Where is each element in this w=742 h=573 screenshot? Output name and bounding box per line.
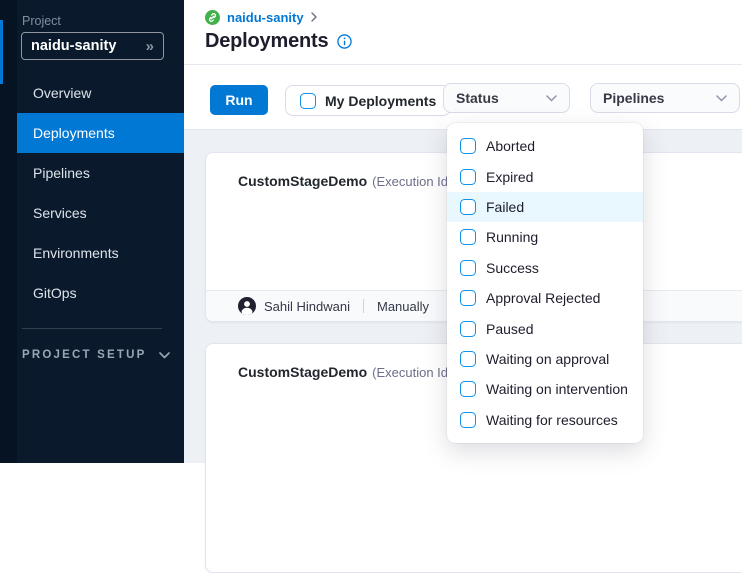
sidebar-item-overview[interactable]: Overview [0,73,184,113]
sidebar-item-pipelines[interactable]: Pipelines [0,153,184,193]
menu-item-waiting-on-approval[interactable]: Waiting on approval [447,344,643,374]
checkbox[interactable] [460,199,476,215]
page-header: naidu-sanity Deployments [184,0,742,65]
sidebar-item-services[interactable]: Services [0,193,184,233]
execution-id-text: (Execution Id [372,365,448,380]
checkbox[interactable] [460,260,476,276]
execution-owner: Sahil Hindwani [264,299,350,314]
page-title: Deployments [205,30,328,53]
status-filter-menu: Aborted Expired Failed Running Success A… [447,123,643,443]
run-button[interactable]: Run [210,85,268,115]
chevron-down-icon [716,95,727,102]
chevron-down-icon [159,352,170,359]
checkbox[interactable] [460,138,476,154]
project-link-icon [205,10,220,25]
sidebar-item-gitops[interactable]: GitOps [0,273,184,313]
sidebar-item-deployments[interactable]: Deployments [0,113,184,153]
checkbox[interactable] [460,381,476,397]
pipelines-filter-dropdown[interactable]: Pipelines [590,83,740,113]
sidebar-item-environments[interactable]: Environments [0,233,184,273]
my-deployments-checkbox[interactable] [300,93,316,109]
pipeline-name: CustomStageDemo [238,173,367,189]
chevron-right-icon [311,12,317,22]
status-filter-dropdown[interactable]: Status [443,83,570,113]
module-rail [0,0,17,463]
breadcrumb-project-link[interactable]: naidu-sanity [227,10,304,25]
sidebar: Project naidu-sanity » Overview Deployme… [0,0,184,463]
project-selector-value: naidu-sanity [31,38,116,54]
menu-item-waiting-for-resources[interactable]: Waiting for resources [447,405,643,435]
double-chevron-icon[interactable]: » [146,39,154,54]
menu-item-failed[interactable]: Failed [447,192,643,222]
menu-item-expired[interactable]: Expired [447,161,643,191]
project-label: Project [22,14,61,28]
checkbox[interactable] [460,169,476,185]
status-filter-label: Status [456,90,499,106]
footer-divider [363,299,364,313]
info-icon[interactable] [337,34,352,49]
execution-trigger: Manually [377,299,429,314]
checkbox[interactable] [460,229,476,245]
execution-id-text: (Execution Id [372,174,448,189]
checkbox[interactable] [460,290,476,306]
chevron-down-icon [546,95,557,102]
sidebar-divider [22,328,162,329]
project-selector[interactable]: naidu-sanity » [21,32,164,60]
module-rail-active-indicator [0,20,3,84]
breadcrumb: naidu-sanity [205,9,742,25]
project-setup-toggle[interactable]: PROJECT SETUP [22,349,170,361]
pipeline-name: CustomStageDemo [238,364,367,380]
my-deployments-toggle[interactable]: My Deployments [285,85,451,116]
toolbar: Run My Deployments Status Pipelines [184,65,742,130]
title-row: Deployments [205,30,742,53]
checkbox[interactable] [460,412,476,428]
menu-item-success[interactable]: Success [447,253,643,283]
project-setup-label: PROJECT SETUP [22,349,146,361]
my-deployments-label: My Deployments [325,93,436,109]
avatar [238,297,256,315]
checkbox[interactable] [460,321,476,337]
pipelines-filter-label: Pipelines [603,90,664,106]
checkbox[interactable] [460,351,476,367]
menu-item-approval-rejected[interactable]: Approval Rejected [447,283,643,313]
sidebar-nav: Overview Deployments Pipelines Services … [0,73,184,313]
menu-item-aborted[interactable]: Aborted [447,131,643,161]
menu-item-paused[interactable]: Paused [447,313,643,343]
menu-item-running[interactable]: Running [447,222,643,252]
menu-item-waiting-on-intervention[interactable]: Waiting on intervention [447,374,643,404]
